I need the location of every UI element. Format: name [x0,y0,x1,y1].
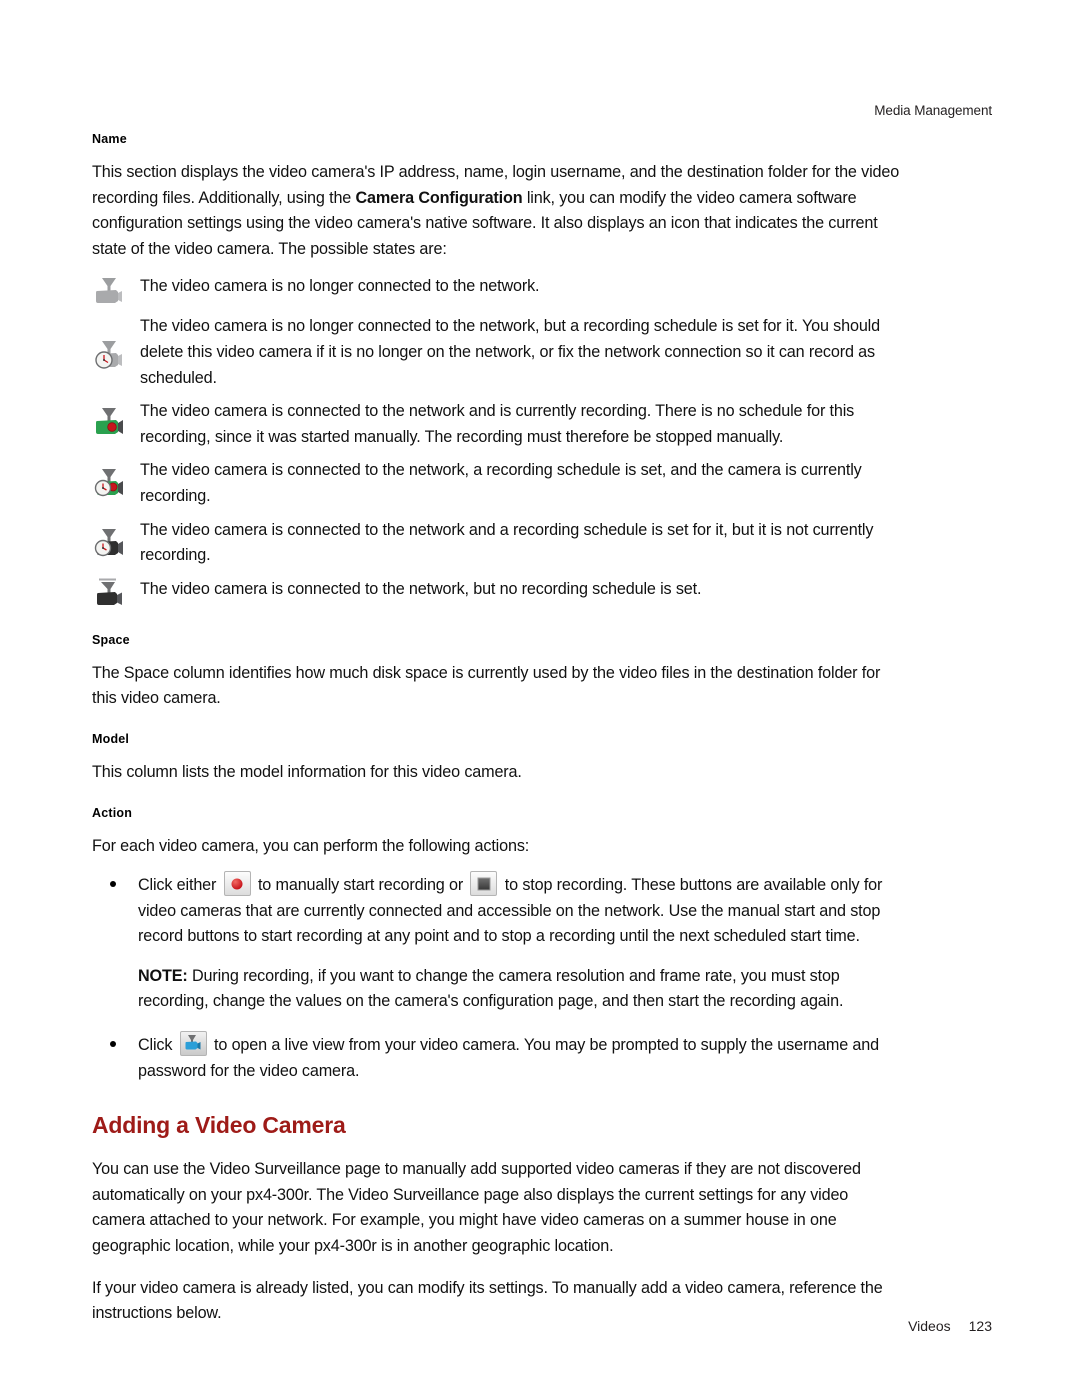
bullet1-text-part2: to manually start recording or [253,876,468,895]
list-item: Click either to manually start recording… [92,871,902,950]
list-item: Click to open a live view from your vide… [92,1031,902,1084]
adding-paragraph-2: If your video camera is already listed, … [92,1278,883,1323]
camera-state-text: The video camera is connected to the net… [140,579,702,598]
bullet-dot-icon [110,881,116,888]
running-header: Media Management [874,103,992,118]
bullet1-text-part1: Click either [138,876,221,895]
camera-state-text: The video camera is no longer connected … [140,317,880,387]
model-section-paragraph: This column lists the model information … [92,762,522,781]
camera-state-row: The video camera is connected to the net… [92,577,902,607]
footer-page-number: 123 [968,1318,992,1334]
camera-state-text: The video camera is connected to the net… [140,402,855,446]
bullet2-text-part2: to open a live view from your video came… [138,1036,879,1080]
page-footer: Videos 123 [908,1318,992,1334]
bullet-dot-icon [110,1041,116,1048]
record-dot-icon [231,878,243,890]
bullet2-text-part1: Click [138,1036,177,1055]
live-camera-icon [185,1035,201,1050]
stop-recording-button[interactable] [470,871,498,897]
section-heading-space: Space [92,632,130,647]
camera-green-recording-icon [92,399,140,437]
camera-state-text: The video camera is connected to the net… [140,461,862,505]
note-text: During recording, if you want to change … [138,966,844,1011]
camera-state-row: The video camera is no longer connected … [92,274,902,306]
camera-state-row: The video camera is no longer connected … [92,314,902,391]
camera-state-row: The video camera is connected to the net… [92,518,902,569]
action-section-paragraph: For each video camera, you can perform t… [92,836,530,855]
space-section-paragraph: The Space column identifies how much dis… [92,663,881,708]
camera-gray-clock-disconnected-scheduled-icon [92,314,140,370]
note-label: NOTE: [138,966,188,985]
stop-square-icon [477,877,491,891]
camera-state-row: The video camera is connected to the net… [92,458,902,509]
name-section-paragraph: This section displays the video camera's… [92,160,902,262]
camera-configuration-link-text[interactable]: Camera Configuration [356,189,523,207]
adding-paragraph-1: You can use the Video Surveillance page … [92,1160,861,1256]
camera-gray-disconnected-icon [92,274,140,306]
camera-state-list: The video camera is no longer connected … [92,274,902,606]
action-bullet-list-2: Click to open a live view from your vide… [92,1031,902,1084]
start-recording-button[interactable] [223,871,251,897]
section-heading-name: Name [92,132,127,146]
camera-state-row: The video camera is connected to the net… [92,399,902,450]
page-title-adding-video-camera: Adding a Video Camera [92,1112,346,1139]
document-page: Media Management Name This section displ… [0,0,1080,1397]
camera-state-text: The video camera is connected to the net… [140,520,874,565]
camera-state-text: The video camera is no longer connected … [140,277,540,296]
camera-dark-connected-icon [92,577,140,607]
note-paragraph: NOTE: During recording, if you want to c… [138,964,902,1015]
camera-dark-clock-scheduled-icon [92,518,140,558]
live-view-button[interactable] [179,1031,207,1057]
page-content: Name This section displays the video cam… [92,132,902,1339]
footer-label: Videos [908,1318,951,1334]
section-heading-action: Action [92,805,133,820]
camera-green-clock-recording-scheduled-icon [92,458,140,498]
section-heading-model: Model [92,731,130,746]
action-bullet-list: Click either to manually start recording… [92,871,902,950]
